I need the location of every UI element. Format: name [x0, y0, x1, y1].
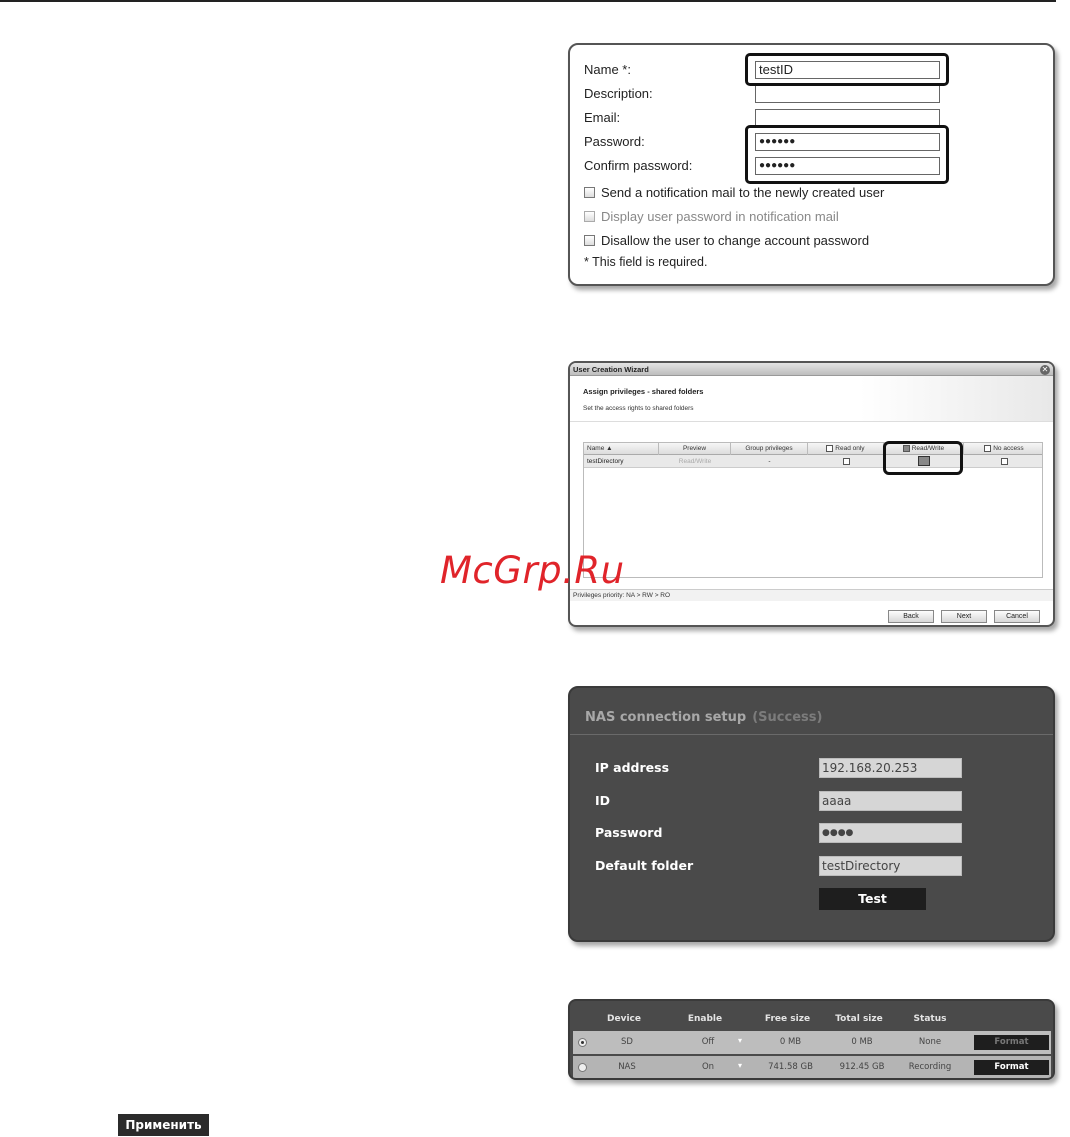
- user-creation-wizard: User Creation Wizard ✕ Assign privileges…: [568, 361, 1055, 627]
- password-label: Password: [595, 825, 663, 840]
- row-read-only-cell: [808, 455, 884, 468]
- read-write-highlight: [883, 441, 963, 475]
- apply-button[interactable]: Применить: [118, 1114, 209, 1136]
- user-creation-form: Name *: testID Description: Email: Passw…: [568, 43, 1055, 286]
- col-group-privileges: Group privileges: [731, 443, 808, 455]
- test-button[interactable]: Test: [819, 888, 926, 910]
- status-cell: Recording: [908, 1062, 952, 1072]
- chevron-down-icon[interactable]: ▾: [738, 1031, 742, 1054]
- nas-divider: [570, 734, 1053, 735]
- col-no-access[interactable]: No access: [964, 443, 1044, 455]
- table-row[interactable]: SD Off ▾ 0 MB 0 MB None Format: [573, 1031, 1051, 1054]
- free-size-cell: 741.58 GB: [768, 1062, 813, 1072]
- wizard-header-band: [570, 376, 1053, 422]
- display-password-checkbox[interactable]: Display user password in notification ma…: [584, 209, 839, 224]
- row-select-radio[interactable]: [578, 1063, 587, 1072]
- header-status: Status: [913, 1014, 947, 1024]
- notify-checkbox-label: Send a notification mail to the newly cr…: [601, 185, 885, 200]
- wizard-subheading: Set the access rights to shared folders: [583, 405, 694, 412]
- password-label: Password:: [584, 134, 645, 149]
- status-cell: None: [918, 1037, 942, 1047]
- password-highlight: [745, 125, 949, 184]
- cancel-button[interactable]: Cancel: [994, 610, 1040, 623]
- description-field[interactable]: [755, 85, 940, 103]
- email-label: Email:: [584, 110, 621, 125]
- format-button[interactable]: Format: [974, 1060, 1049, 1075]
- disallow-change-checkbox[interactable]: Disallow the user to change account pass…: [584, 233, 869, 248]
- id-label: ID: [595, 793, 611, 808]
- free-size-cell: 0 MB: [779, 1037, 802, 1047]
- total-size-cell: 0 MB: [851, 1037, 873, 1047]
- table-header: Device Enable Free size Total size Statu…: [570, 1011, 1053, 1027]
- table-row[interactable]: testDirectory Read/Write -: [584, 455, 1042, 468]
- col-no-access-label: No access: [993, 445, 1024, 452]
- col-preview: Preview: [659, 443, 731, 455]
- nas-title-text: NAS connection setup: [585, 710, 747, 725]
- checkbox-box[interactable]: [584, 211, 595, 222]
- storage-device-table: Device Enable Free size Total size Statu…: [568, 999, 1055, 1080]
- name-highlight: [745, 53, 949, 86]
- id-field[interactable]: aaaa: [819, 791, 962, 811]
- back-button[interactable]: Back: [888, 610, 934, 623]
- total-size-cell: 912.45 GB: [839, 1062, 885, 1072]
- header-device: Device: [607, 1014, 641, 1024]
- col-read-only-label: Read only: [835, 445, 865, 452]
- grid-header: Name ▲ Preview Group privileges Read onl…: [584, 443, 1042, 455]
- description-label: Description:: [584, 86, 653, 101]
- checkbox-box[interactable]: [584, 187, 595, 198]
- enable-select[interactable]: Off: [678, 1031, 738, 1054]
- watermark: McGrp.Ru: [440, 549, 625, 592]
- required-note: * This field is required.: [584, 255, 708, 269]
- confirm-password-label: Confirm password:: [584, 158, 693, 173]
- table-row[interactable]: NAS On ▾ 741.58 GB 912.45 GB Recording F…: [573, 1056, 1051, 1078]
- no-access-all-checkbox[interactable]: [984, 444, 992, 452]
- nas-connection-panel: NAS connection setup (Success) IP address…: [568, 686, 1055, 942]
- notify-checkbox[interactable]: Send a notification mail to the newly cr…: [584, 185, 884, 200]
- chevron-down-icon[interactable]: ▾: [738, 1056, 742, 1078]
- disallow-change-checkbox-label: Disallow the user to change account pass…: [601, 233, 870, 248]
- privileges-priority-note: Privileges priority: NA > RW > RO: [570, 589, 1053, 601]
- device-cell: SD: [621, 1037, 633, 1047]
- next-button[interactable]: Next: [941, 610, 987, 623]
- privileges-grid: Name ▲ Preview Group privileges Read onl…: [583, 442, 1043, 578]
- row-group: -: [768, 458, 771, 465]
- row-name: testDirectory: [587, 458, 624, 465]
- default-folder-label: Default folder: [595, 858, 694, 873]
- page-top-rule: [0, 0, 1056, 2]
- row-select-radio[interactable]: [578, 1038, 587, 1047]
- header-free-size: Free size: [764, 1014, 811, 1024]
- device-cell: NAS: [618, 1062, 636, 1072]
- nas-status: (Success): [752, 710, 823, 725]
- display-password-checkbox-label: Display user password in notification ma…: [601, 209, 839, 224]
- ip-address-label: IP address: [595, 760, 670, 775]
- checkbox-box[interactable]: [584, 235, 595, 246]
- row-no-access-cell: [964, 455, 1044, 468]
- header-total-size: Total size: [835, 1014, 883, 1024]
- col-read-only[interactable]: Read only: [808, 443, 884, 455]
- read-only-checkbox[interactable]: [842, 457, 850, 465]
- enable-select[interactable]: On: [678, 1056, 738, 1078]
- no-access-checkbox[interactable]: [1000, 457, 1008, 465]
- wizard-title: User Creation Wizard: [570, 363, 1053, 376]
- password-field[interactable]: ●●●●: [819, 823, 962, 843]
- wizard-heading: Assign privileges - shared folders: [583, 387, 704, 396]
- default-folder-field[interactable]: testDirectory: [819, 856, 962, 876]
- format-button[interactable]: Format: [974, 1035, 1049, 1050]
- close-icon[interactable]: ✕: [1040, 365, 1050, 375]
- header-enable: Enable: [687, 1014, 723, 1024]
- ip-address-field[interactable]: 192.168.20.253: [819, 758, 962, 778]
- read-only-all-checkbox[interactable]: [826, 444, 834, 452]
- row-preview: Read/Write: [678, 458, 712, 465]
- col-name[interactable]: Name ▲: [584, 443, 659, 455]
- nas-title: NAS connection setup (Success): [585, 710, 822, 725]
- name-label: Name *:: [584, 62, 631, 77]
